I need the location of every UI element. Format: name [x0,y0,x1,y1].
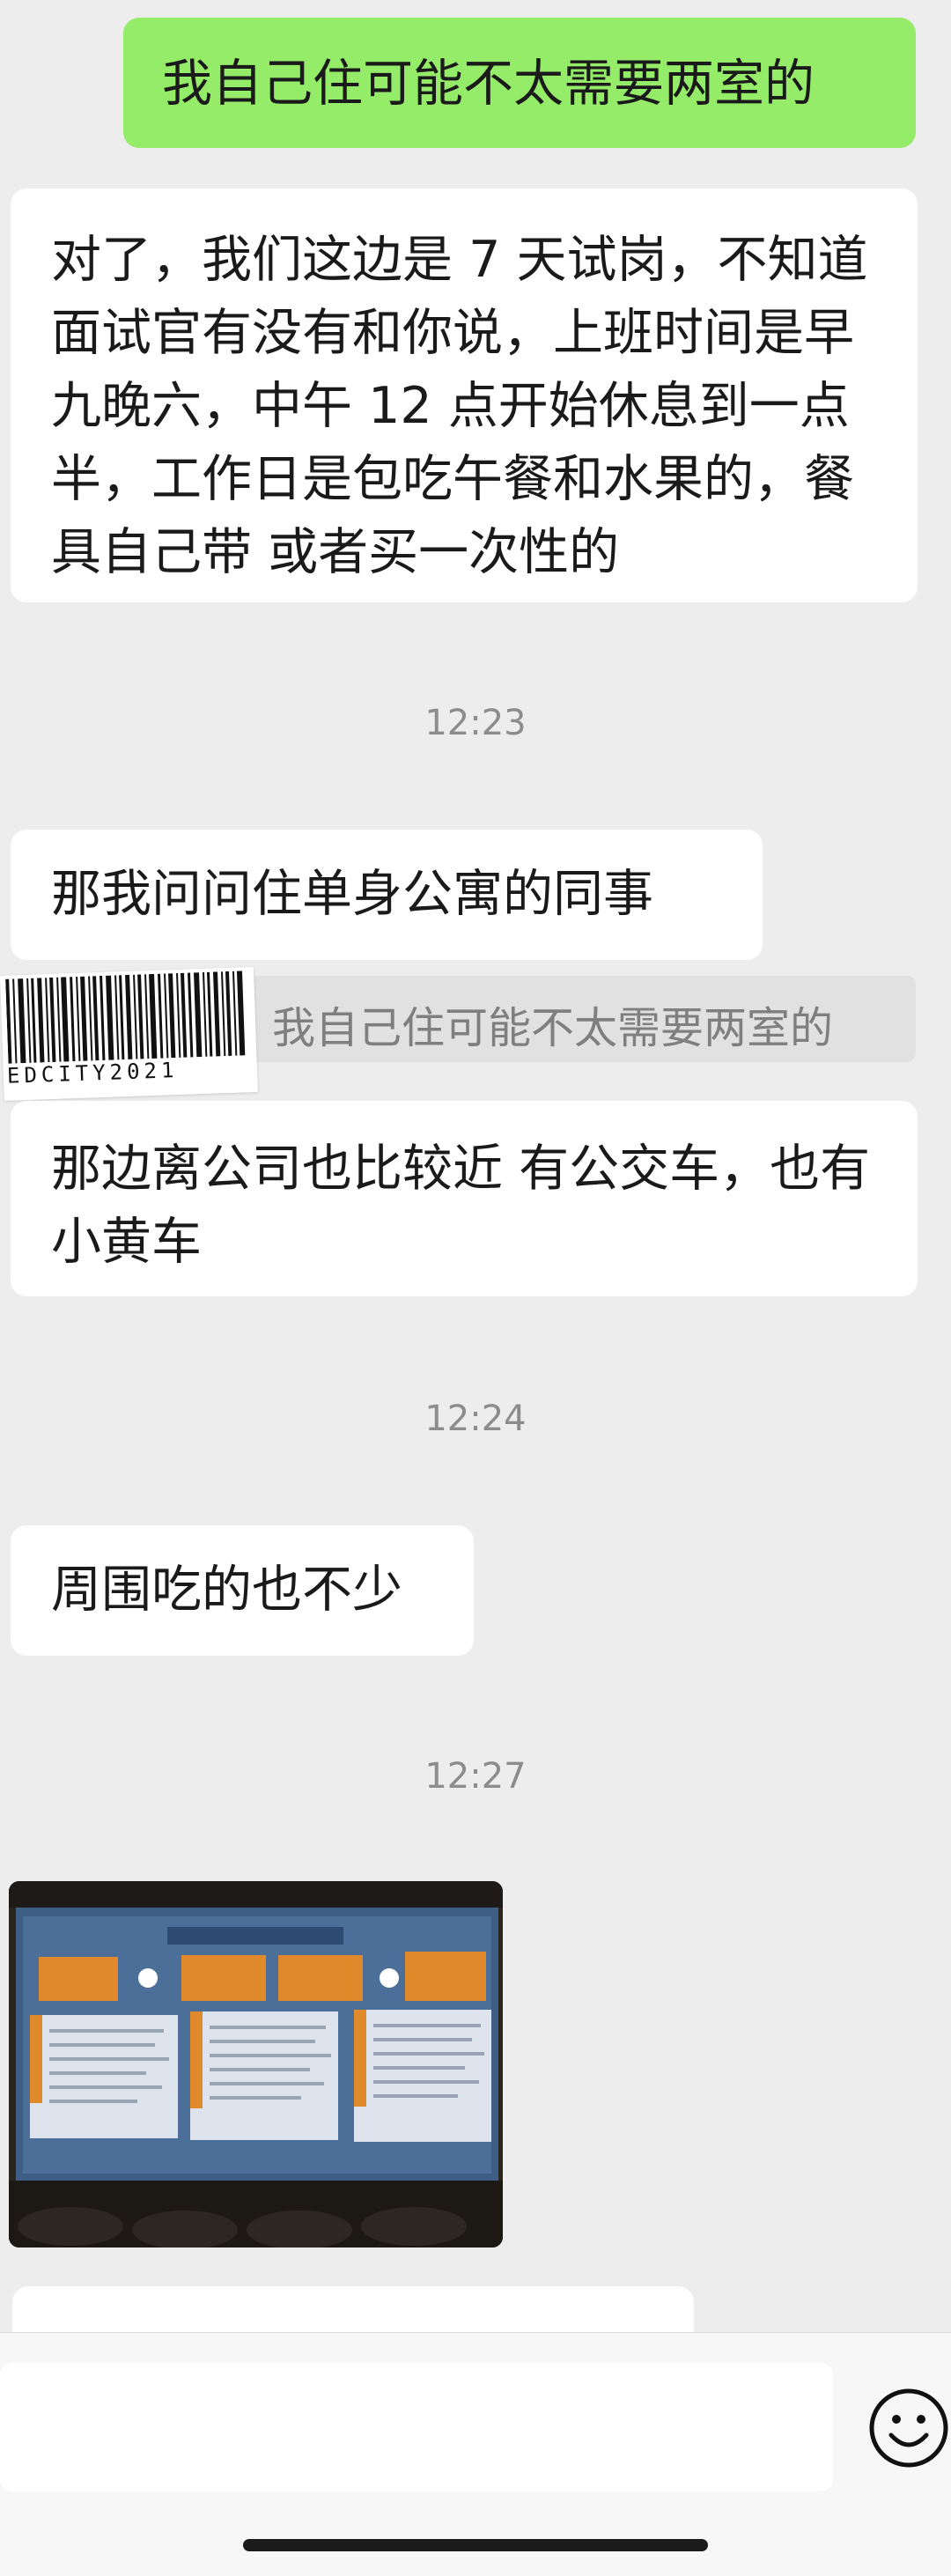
message-bubble-incoming[interactable]: 那我问问住单身公寓的同事 [11,830,763,960]
message-bubble-incoming[interactable]: 周围吃的也不少 [11,1525,474,1656]
timestamp: 12:24 [424,1399,527,1439]
barcode-icon [5,971,246,1064]
message-bubble-incoming[interactable]: 对了，我们这边是 7 天试岗，不知道面试官有没有和你说，上班时间是早九晚六，中午… [11,188,918,602]
input-bar [0,2332,951,2576]
barcode-sticker: EDCITY2021 [0,966,258,1101]
message-bubble-incoming[interactable]: 那边离公司也比较近 有公交车，也有小黄车 [11,1101,918,1296]
barcode-text: EDCITY2021 [6,1058,179,1089]
smiley-icon[interactable] [866,2386,951,2470]
timestamp: 12:23 [424,703,527,743]
message-input[interactable] [0,2363,833,2491]
photo-thumbnail [9,1881,503,2248]
message-bubble-outgoing[interactable]: 我自己住可能不太需要两室的 [123,18,916,148]
timestamp: 12:27 [424,1756,527,1797]
home-indicator[interactable] [243,2539,708,2551]
image-message[interactable] [9,1881,503,2248]
